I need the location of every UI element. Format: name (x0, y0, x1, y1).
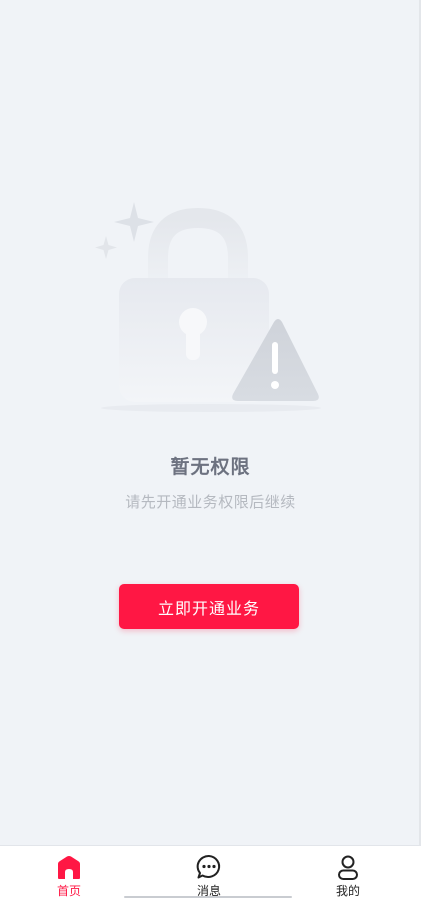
tab-home[interactable]: 首页 (19, 846, 119, 900)
bottom-tab-bar: 首页 消息 我的 (0, 845, 421, 900)
home-indicator (124, 896, 292, 898)
activate-business-button[interactable]: 立即开通业务 (119, 584, 299, 629)
tab-messages[interactable]: 消息 (159, 846, 259, 900)
empty-state-subtitle: 请先开通业务权限后继续 (125, 493, 296, 511)
message-icon (196, 854, 221, 879)
sparkle-small-icon (95, 236, 117, 259)
tab-home-label: 首页 (56, 884, 81, 898)
tab-mine-label: 我的 (335, 884, 360, 898)
tab-mine[interactable]: 我的 (298, 846, 398, 900)
empty-state-title: 暂无权限 (170, 456, 251, 478)
lock-warning-icon (95, 202, 321, 412)
sparkle-large-icon (114, 202, 154, 242)
page-content: 暂无权限 请先开通业务权限后继续 立即开通业务 (0, 0, 421, 845)
profile-icon (338, 855, 358, 880)
home-icon (58, 855, 80, 879)
